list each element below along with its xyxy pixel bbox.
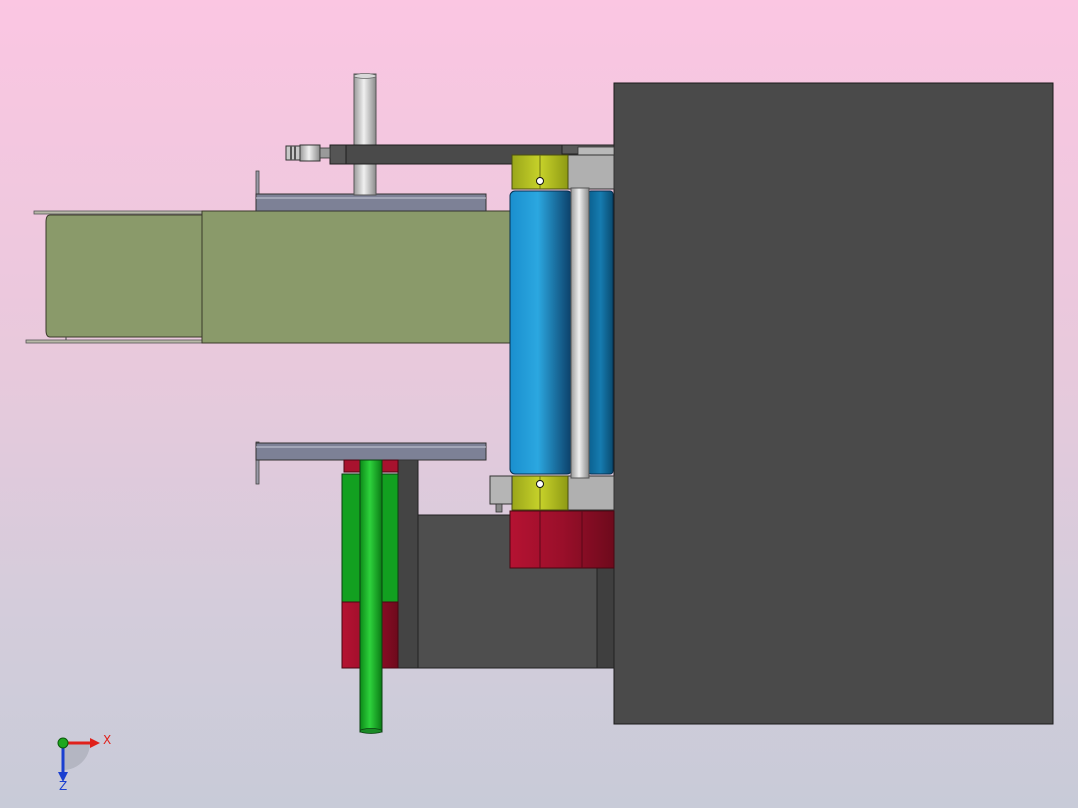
lower-bearing-housing[interactable]: [567, 475, 615, 511]
conveyor-tray[interactable]: [25, 210, 511, 344]
upper-shaft-collar[interactable]: [511, 154, 569, 190]
main-housing-block[interactable]: [613, 82, 1054, 725]
z-axis-label: Z: [59, 779, 67, 793]
lower-frame-side-plate[interactable]: [596, 559, 615, 669]
proximity-sensor[interactable]: [285, 144, 331, 162]
lower-shaft-collar[interactable]: [511, 475, 569, 511]
model-scene[interactable]: X Z: [0, 0, 1078, 808]
x-axis-label: X: [103, 733, 111, 747]
y-axis-dot: [57, 737, 69, 749]
cad-viewport[interactable]: X Z: [0, 0, 1078, 808]
lift-cylinder-assembly[interactable]: [341, 459, 399, 734]
upper-bearing-housing[interactable]: [567, 154, 615, 190]
lower-frame-column[interactable]: [397, 459, 419, 669]
feed-roller[interactable]: [509, 190, 614, 475]
vertical-guide-rod[interactable]: [353, 73, 377, 196]
limit-switch[interactable]: [489, 475, 513, 513]
roller-shaft[interactable]: [570, 187, 590, 479]
coordinate-triad: X Z: [57, 733, 111, 793]
drive-motor-block[interactable]: [509, 510, 615, 569]
